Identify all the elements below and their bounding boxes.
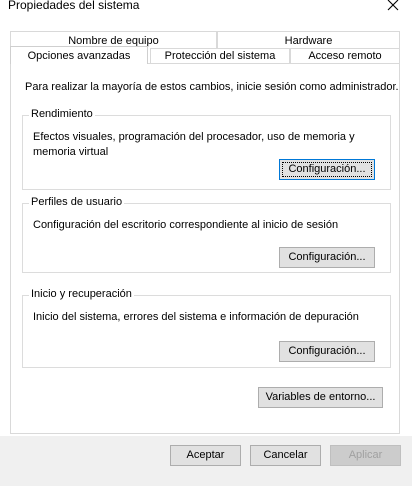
tab-acceso-remoto[interactable]: Acceso remoto bbox=[290, 48, 400, 64]
group-description: Configuración del escritorio correspondi… bbox=[33, 219, 339, 231]
group-title: Rendimiento bbox=[29, 108, 95, 120]
close-icon[interactable] bbox=[384, 0, 402, 14]
cancel-button[interactable]: Cancelar bbox=[250, 445, 321, 466]
tab-label: Opciones avanzadas bbox=[27, 50, 131, 62]
group-perfiles-de-usuario: Perfiles de usuario Configuración del es… bbox=[22, 196, 391, 273]
button-label: Cancelar bbox=[263, 449, 308, 461]
button-label: Aceptar bbox=[186, 449, 225, 461]
tab-label: Acceso remoto bbox=[308, 50, 382, 62]
button-label: Configuración... bbox=[288, 251, 366, 263]
startup-recovery-settings-button[interactable]: Configuración... bbox=[279, 341, 375, 362]
button-label: Configuración... bbox=[288, 163, 366, 175]
group-title: Perfiles de usuario bbox=[29, 196, 125, 208]
tab-proteccion-del-sistema[interactable]: Protección del sistema bbox=[150, 48, 290, 64]
tab-label: Hardware bbox=[284, 35, 333, 47]
group-description: Efectos visuales, programación del proce… bbox=[33, 131, 355, 158]
apply-button[interactable]: Aplicar bbox=[330, 445, 401, 466]
button-label: Variables de entorno... bbox=[265, 391, 376, 403]
title-bar: Propiedades del sistema bbox=[0, 0, 412, 22]
button-label: Configuración... bbox=[288, 345, 366, 357]
user-profiles-settings-button[interactable]: Configuración... bbox=[279, 247, 375, 268]
group-description: Inicio del sistema, errores del sistema … bbox=[33, 311, 359, 323]
button-label: Aplicar bbox=[348, 449, 383, 461]
window-title: Propiedades del sistema bbox=[8, 0, 140, 12]
environment-variables-button[interactable]: Variables de entorno... bbox=[258, 387, 383, 408]
accept-button[interactable]: Aceptar bbox=[170, 445, 241, 466]
tab-label: Protección del sistema bbox=[164, 50, 276, 62]
tab-opciones-avanzadas[interactable]: Opciones avanzadas bbox=[10, 46, 148, 64]
group-rendimiento: Rendimiento Efectos visuales, programaci… bbox=[22, 108, 391, 190]
performance-settings-button[interactable]: Configuración... bbox=[279, 159, 375, 180]
admin-notice: Para realizar la mayoría de estos cambio… bbox=[25, 81, 399, 93]
group-inicio-y-recuperacion: Inicio y recuperación Inicio del sistema… bbox=[22, 288, 391, 368]
dialog-footer: Aceptar Cancelar Aplicar bbox=[0, 436, 412, 486]
tab-panel-opciones-avanzadas: Para realizar la mayoría de estos cambio… bbox=[10, 63, 400, 434]
group-title: Inicio y recuperación bbox=[29, 288, 134, 300]
